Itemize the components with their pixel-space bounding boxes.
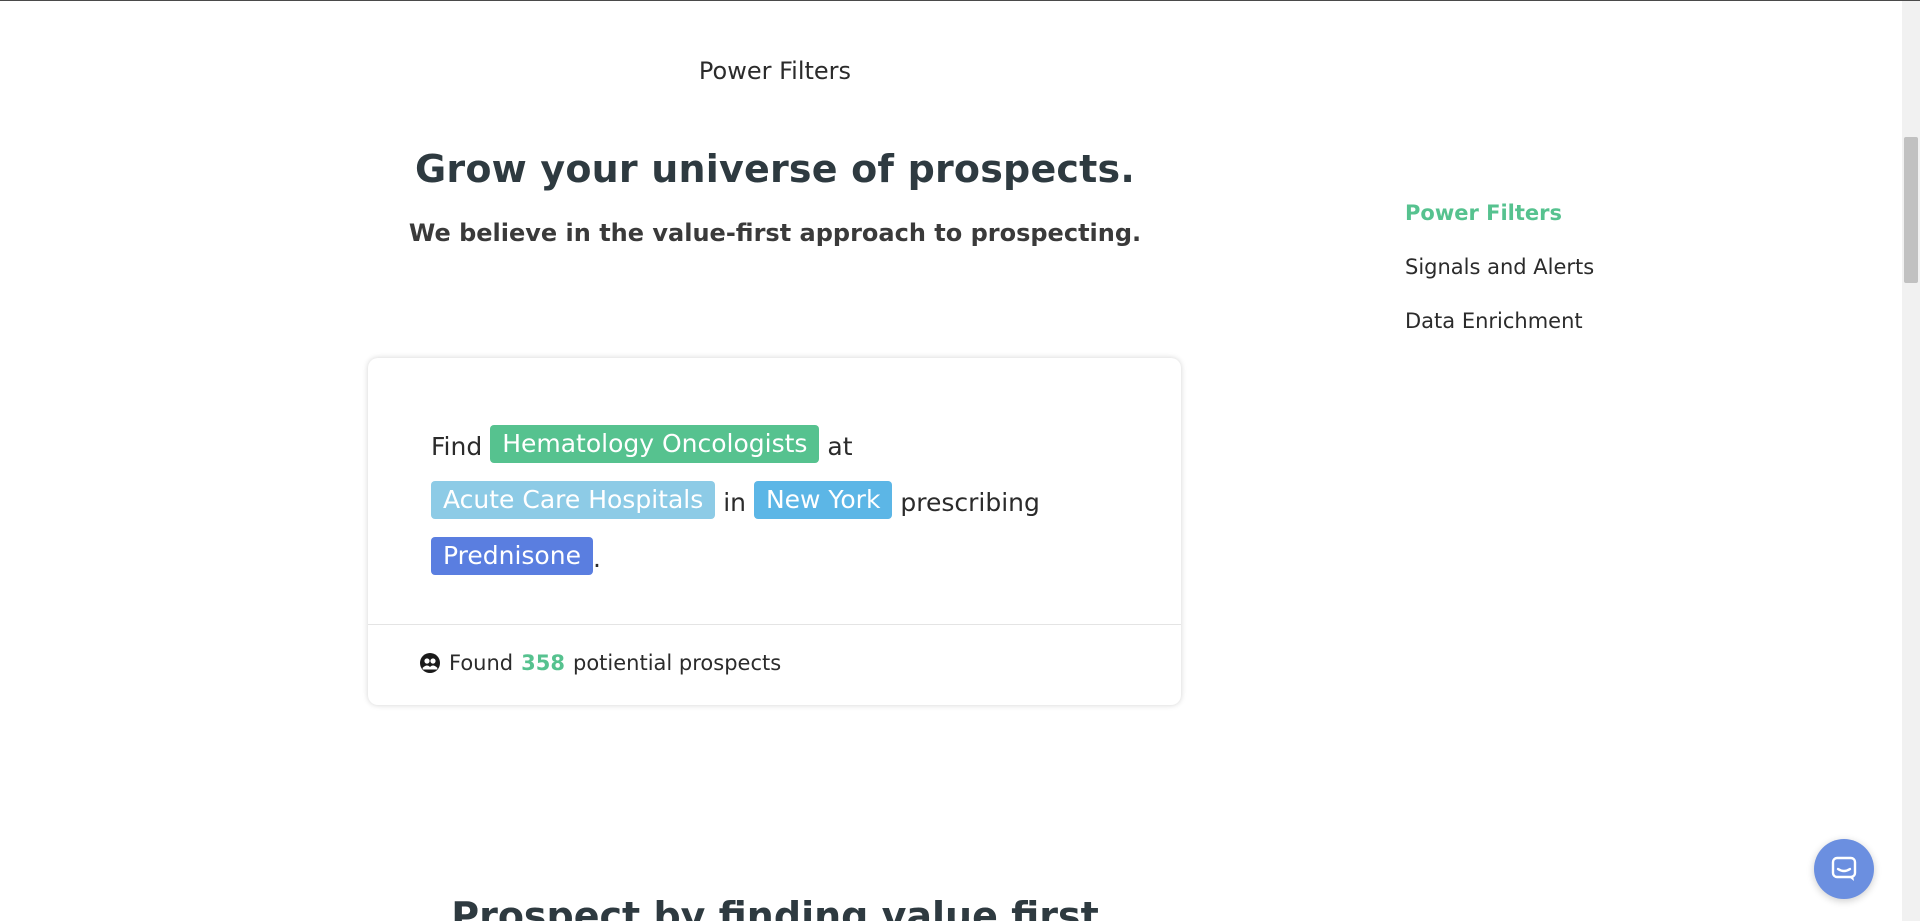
period: . [592,544,601,573]
location-chip[interactable]: New York [753,481,893,519]
side-nav-item-data-enrichment[interactable]: Data Enrichment [1405,309,1594,333]
word-in: in [723,488,746,517]
section-label: Power Filters [698,57,852,85]
results-prefix: Found [449,651,514,675]
sentence-line-3: Prednisone. [431,530,1131,586]
results-count: 358 [521,651,565,675]
side-nav: Power Filters Signals and Alerts Data En… [1405,201,1594,333]
chat-icon [1831,856,1857,881]
side-nav-item-power-filters[interactable]: Power Filters [1405,201,1594,225]
sentence-line-2: Acute Care Hospitals in New York prescri… [431,474,1131,530]
headline: Grow your universe of prospects. [415,147,1135,191]
search-sentence: Find Hematology Oncologists at Acute Car… [431,418,1131,586]
scrollbar-thumb[interactable] [1904,137,1918,283]
side-nav-item-signals-and-alerts[interactable]: Signals and Alerts [1405,255,1594,279]
card-divider [368,624,1181,625]
word-at: at [827,432,853,461]
drug-chip[interactable]: Prednisone [431,537,593,575]
word-prescribing: prescribing [900,488,1040,517]
scrollbar-track[interactable] [1902,1,1920,921]
people-icon [420,653,440,673]
results-suffix: potiential prospects [572,651,782,675]
chat-launcher-button[interactable] [1814,839,1874,899]
sentence-line-1: Find Hematology Oncologists at [431,418,1131,474]
subheadline: We believe in the value-first approach t… [408,219,1142,247]
word-find: Find [431,432,483,461]
search-sentence-card: Find Hematology Oncologists at Acute Car… [368,358,1181,705]
results-summary: Found 358 potiential prospects [419,651,781,675]
next-section-heading: Prospect by finding value first [451,894,1099,921]
facility-type-chip[interactable]: Acute Care Hospitals [431,481,716,519]
page: Power Filters Grow your universe of pros… [0,0,1920,921]
specialty-chip[interactable]: Hematology Oncologists [490,425,820,463]
